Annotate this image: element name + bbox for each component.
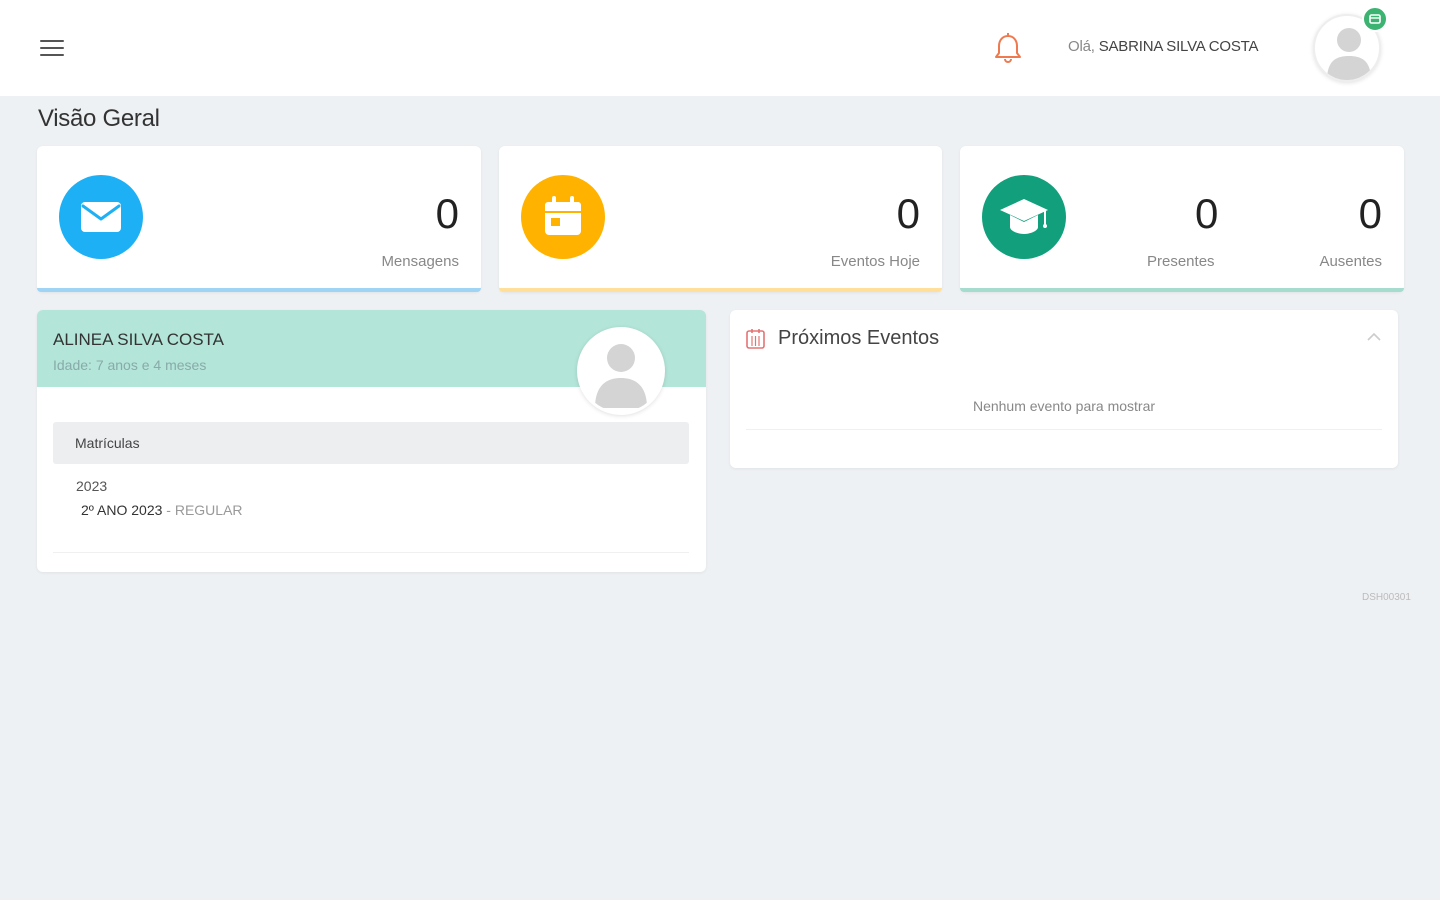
events-today-label: Eventos Hoje — [830, 253, 920, 270]
online-status-icon — [1362, 6, 1388, 32]
greeting-prefix: Olá, — [1068, 38, 1095, 55]
upcoming-events-card: Próximos Eventos Nenhum evento para most… — [730, 310, 1398, 468]
notification-bell-icon[interactable] — [988, 28, 1028, 68]
student-age: Idade: 7 anos e 4 meses — [53, 357, 207, 373]
divider — [53, 552, 689, 553]
absent-label: Ausentes — [1319, 253, 1382, 270]
events-today-count: 0 — [896, 190, 920, 237]
messages-card-accent — [37, 288, 481, 292]
student-avatar — [577, 327, 665, 415]
messages-label: Mensagens — [381, 253, 459, 270]
events-today-card[interactable]: 0 Eventos Hoje — [499, 146, 942, 292]
events-title: Próximos Eventos — [778, 327, 940, 349]
page-title: Visão Geral — [38, 105, 160, 132]
enrollment-year: 2023 — [76, 478, 108, 494]
graduation-cap-icon — [982, 175, 1066, 259]
enrollment-class[interactable]: 2º ANO 2023 - REGULAR — [81, 502, 243, 518]
class-name: 2º ANO 2023 — [81, 502, 163, 518]
hamburger-menu-icon[interactable] — [36, 34, 70, 62]
user-greeting: Olá, SABRINA SILVA COSTA — [1068, 38, 1258, 55]
attendance-card-accent — [960, 288, 1404, 292]
attendance-card[interactable]: 0 Presentes 0 Ausentes — [960, 146, 1404, 292]
messages-count: 0 — [435, 190, 459, 237]
user-name: SABRINA SILVA COSTA — [1098, 38, 1259, 55]
absent-count: 0 — [1358, 190, 1382, 237]
present-label: Presentes — [1147, 253, 1215, 270]
events-empty-message: Nenhum evento para mostrar — [972, 398, 1156, 414]
enrollments-header: Matrículas — [53, 422, 689, 464]
divider — [746, 429, 1382, 430]
student-name: ALINEA SILVA COSTA — [53, 330, 225, 349]
enrollments-title: Matrículas — [75, 435, 140, 451]
present-count: 0 — [1195, 190, 1219, 237]
class-type: - REGULAR — [162, 502, 243, 518]
version-label: DSH00301 — [1362, 592, 1411, 603]
messages-card[interactable]: 0 Mensagens — [37, 146, 481, 292]
envelope-icon — [59, 175, 143, 259]
calendar-icon — [521, 175, 605, 259]
top-bar: Olá, SABRINA SILVA COSTA — [0, 0, 1440, 96]
events-card-accent — [499, 288, 942, 292]
chevron-up-icon[interactable] — [1364, 330, 1384, 344]
calendar-event-icon — [744, 328, 768, 350]
